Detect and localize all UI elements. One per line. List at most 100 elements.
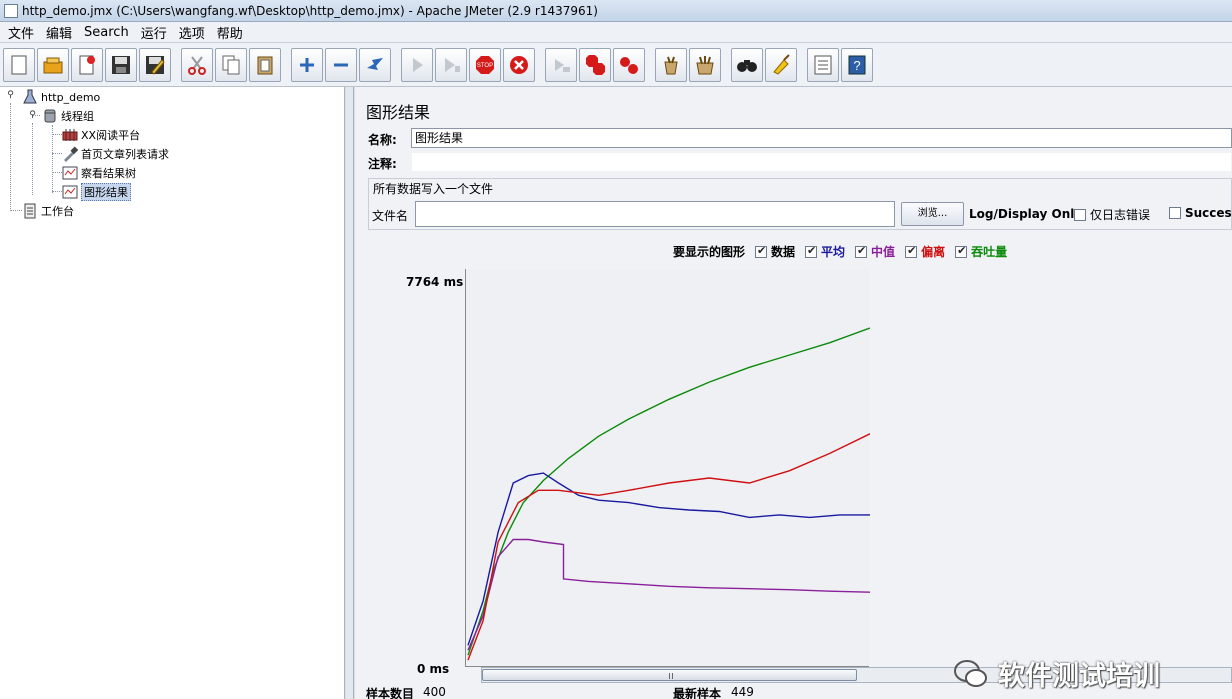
cut-button[interactable] (181, 47, 213, 82)
open-icon (43, 57, 63, 73)
close-button[interactable] (71, 47, 103, 82)
clear-all-button[interactable] (689, 47, 721, 82)
config-element-icon (62, 127, 78, 143)
graph-option-data[interactable]: 数据 (755, 243, 795, 260)
data-checkbox[interactable] (755, 244, 768, 258)
name-field[interactable]: 图形结果 (411, 128, 1232, 148)
shutdown-icon (510, 55, 528, 74)
shutdown-button[interactable] (503, 47, 535, 82)
toggle-icon (367, 57, 383, 70)
filename-input[interactable] (415, 201, 895, 227)
new-button[interactable] (3, 47, 35, 82)
thread-group-expander[interactable]: ⚲ (28, 111, 37, 120)
stop-icon: STOP (476, 55, 494, 74)
throughput-label: 吞吐量 (971, 245, 1008, 259)
pipette-icon (62, 146, 78, 162)
search-button[interactable] (731, 47, 763, 82)
graph-svg (467, 327, 870, 661)
tree-node-label: XX阅读平台 (81, 129, 141, 142)
start-button[interactable] (401, 47, 433, 82)
scrollbar-thumb[interactable] (482, 669, 857, 681)
latest-sample-label: 最新样本 (673, 687, 722, 699)
wechat-icon (954, 659, 987, 687)
name-label: 名称: (368, 133, 397, 147)
comment-label: 注释: (368, 157, 397, 171)
log-display-label: Log/Display Only: (969, 207, 1087, 221)
tree-node-results-tree[interactable]: 察看结果树 (62, 164, 136, 182)
workbench-icon (22, 203, 38, 219)
comment-field[interactable] (411, 152, 1232, 172)
paste-icon (257, 56, 273, 74)
errors-only-label: 仅日志错误 (1090, 208, 1151, 222)
tree-node-root[interactable]: http_demo (22, 88, 100, 106)
open-button[interactable] (37, 47, 69, 82)
tree-node-workbench[interactable]: 工作台 (22, 202, 74, 220)
successes-option[interactable]: Successes (1169, 206, 1232, 220)
menu-run[interactable]: 运行 (135, 23, 173, 42)
throughput-checkbox[interactable] (955, 244, 968, 258)
remote-start-button[interactable] (545, 47, 577, 82)
start-no-pause-icon (445, 57, 460, 72)
clear-icon (664, 56, 678, 74)
tree-node-label: 首页文章列表请求 (81, 148, 169, 161)
tree-node-sampler[interactable]: 首页文章列表请求 (62, 145, 169, 163)
menu-bar: 文件 编辑 Search 运行 选项 帮助 (0, 22, 1232, 43)
watermark: 软件测试培训 (952, 654, 1160, 693)
graph-option-average[interactable]: 平均 (805, 243, 845, 260)
root-expander[interactable]: ⚲ (6, 91, 15, 100)
median-checkbox[interactable] (855, 244, 868, 258)
svg-text:?: ? (853, 58, 860, 73)
series-line-1 (467, 472, 870, 646)
remote-shutdown-button[interactable] (613, 47, 645, 82)
cut-icon (188, 55, 206, 75)
average-checkbox[interactable] (805, 244, 818, 258)
panel-title: 图形结果 (366, 103, 431, 122)
start-no-pause-button[interactable] (435, 47, 467, 82)
save-icon (112, 55, 130, 74)
menu-help[interactable]: 帮助 (211, 23, 249, 42)
function-helper-icon (814, 55, 832, 74)
y-axis-min-label: 0 ms (417, 662, 450, 676)
svg-text:STOP: STOP (477, 63, 493, 69)
help-button[interactable]: ? (841, 47, 873, 82)
errors-only-checkbox[interactable] (1074, 208, 1086, 221)
tree-node-config[interactable]: XX阅读平台 (62, 126, 140, 144)
start-icon (413, 57, 423, 72)
menu-options[interactable]: 选项 (173, 23, 211, 42)
menu-edit[interactable]: 编辑 (40, 23, 78, 42)
successes-label: Successes (1185, 206, 1232, 220)
collapse-all-button[interactable] (325, 47, 357, 82)
clear-button[interactable] (655, 47, 687, 82)
tree-node-thread-group[interactable]: 线程组 (42, 107, 94, 125)
copy-button[interactable] (215, 47, 247, 82)
function-helper-button[interactable] (807, 47, 839, 82)
graph-option-deviation[interactable]: 偏离 (905, 243, 945, 260)
series-line-2 (467, 538, 870, 651)
remote-start-icon (555, 58, 570, 72)
tree-node-graph-results[interactable]: 图形结果 (62, 183, 131, 201)
save-as-button[interactable] (139, 47, 171, 82)
panel-splitter[interactable] (346, 87, 354, 699)
graph-option-throughput[interactable]: 吞吐量 (955, 243, 1007, 260)
flask-icon (22, 89, 38, 105)
expand-all-button[interactable] (291, 47, 323, 82)
collapse-icon (334, 63, 348, 66)
browse-button[interactable]: 浏览... (901, 202, 964, 226)
menu-file[interactable]: 文件 (2, 23, 40, 42)
tree-node-label: 工作台 (41, 205, 74, 218)
stop-button[interactable]: STOP (469, 47, 501, 82)
tree-node-label: 图形结果 (81, 183, 131, 201)
toggle-button[interactable] (359, 47, 391, 82)
menu-search[interactable]: Search (78, 25, 135, 40)
sample-count-label: 样本数目 (366, 687, 415, 699)
successes-checkbox[interactable] (1169, 207, 1181, 219)
latest-sample-value: 449 (731, 685, 754, 699)
reset-search-button[interactable] (765, 47, 797, 82)
remote-stop-button[interactable] (579, 47, 611, 82)
remote-shutdown-icon (620, 56, 638, 74)
deviation-checkbox[interactable] (905, 244, 918, 258)
save-button[interactable] (105, 47, 137, 82)
graph-option-median[interactable]: 中值 (855, 243, 895, 260)
errors-only-option[interactable]: 仅日志错误 (1074, 206, 1150, 223)
paste-button[interactable] (249, 47, 281, 82)
